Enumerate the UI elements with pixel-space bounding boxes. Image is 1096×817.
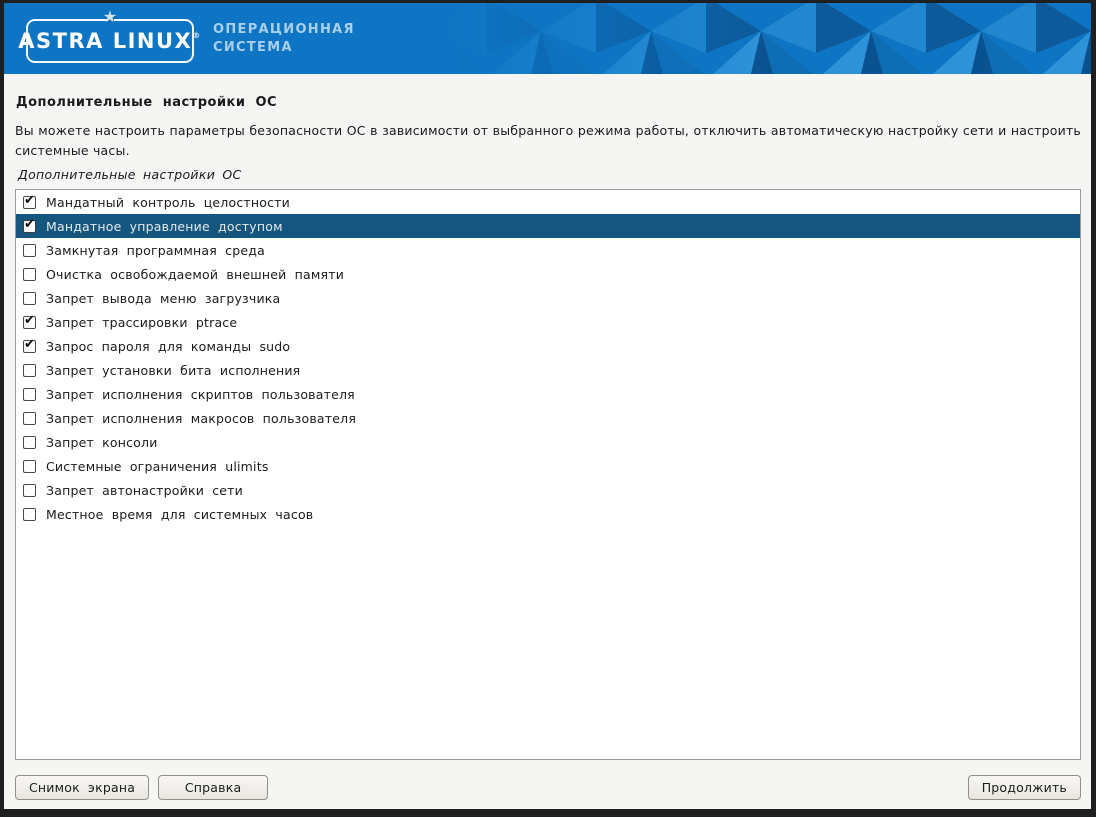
option-label: Системные ограничения ulimits (46, 459, 269, 474)
installer-window: ★ ASTRA LINUX® ОПЕРАЦИОННАЯ СИСТЕМА Допо… (4, 3, 1091, 809)
options-listbox[interactable]: ✔ Мандатный контроль целостности ✔ Манда… (15, 189, 1081, 760)
option-label: Запрет автонастройки сети (46, 483, 243, 498)
help-button[interactable]: Справка (158, 775, 268, 800)
window-frame: ★ ASTRA LINUX® ОПЕРАЦИОННАЯ СИСТЕМА Допо… (0, 0, 1096, 817)
option-label: Запрет трассировки ptrace (46, 315, 237, 330)
checkbox[interactable]: ✔ (23, 388, 36, 401)
list-caption: Дополнительные настройки ОС (18, 167, 1081, 182)
option-row[interactable]: ✔ Очистка освобождаемой внешней памяти (16, 262, 1080, 286)
option-label: Запрет вывода меню загрузчика (46, 291, 280, 306)
option-row[interactable]: ✔ Запрет консоли (16, 430, 1080, 454)
page-description: Вы можете настроить параметры безопаснос… (15, 121, 1081, 161)
brand-line1: ОПЕРАЦИОННАЯ (213, 21, 355, 39)
astra-linux-logo: ★ ASTRA LINUX® (26, 19, 194, 63)
content-area: Дополнительные настройки ОС Вы можете на… (4, 74, 1091, 809)
option-label: Запрет консоли (46, 435, 158, 450)
checkbox[interactable]: ✔ (23, 436, 36, 449)
option-label: Местное время для системных часов (46, 507, 313, 522)
logo-text: ASTRA LINUX® (18, 29, 201, 53)
checkbox[interactable]: ✔ (23, 508, 36, 521)
brand-line2: СИСТЕМА (213, 39, 355, 57)
option-label: Запрет исполнения макросов пользователя (46, 411, 356, 426)
option-row[interactable]: ✔ Запрос пароля для команды sudo (16, 334, 1080, 358)
checkmark-icon: ✔ (24, 217, 35, 232)
page-title: Дополнительные настройки ОС (16, 95, 1081, 110)
option-label: Очистка освобождаемой внешней памяти (46, 267, 344, 282)
option-row[interactable]: ✔ Запрет установки бита исполнения (16, 358, 1080, 382)
option-label: Мандатный контроль целостности (46, 195, 290, 210)
checkmark-icon: ✔ (24, 313, 35, 328)
option-row[interactable]: ✔ Запрет исполнения макросов пользовател… (16, 406, 1080, 430)
checkbox[interactable]: ✔ (23, 412, 36, 425)
option-label: Запрос пароля для команды sudo (46, 339, 290, 354)
checkbox[interactable]: ✔ (23, 460, 36, 473)
option-row[interactable]: ✔ Мандатное управление доступом (16, 214, 1080, 238)
checkmark-icon: ✔ (24, 193, 35, 208)
option-row[interactable]: ✔ Запрет исполнения скриптов пользовател… (16, 382, 1080, 406)
checkbox[interactable]: ✔ (23, 196, 36, 209)
screenshot-button[interactable]: Снимок экрана (15, 775, 149, 800)
option-label: Запрет установки бита исполнения (46, 363, 300, 378)
header-banner: ★ ASTRA LINUX® ОПЕРАЦИОННАЯ СИСТЕМА (4, 3, 1091, 74)
checkbox[interactable]: ✔ (23, 220, 36, 233)
checkbox[interactable]: ✔ (23, 268, 36, 281)
option-row[interactable]: ✔ Замкнутая программная среда (16, 238, 1080, 262)
checkbox[interactable]: ✔ (23, 244, 36, 257)
option-row[interactable]: ✔ Местное время для системных часов (16, 502, 1080, 526)
checkbox[interactable]: ✔ (23, 292, 36, 305)
checkbox[interactable]: ✔ (23, 484, 36, 497)
option-row[interactable]: ✔ Запрет вывода меню загрузчика (16, 286, 1080, 310)
button-bar: Снимок экрана Справка Продолжить (15, 775, 1081, 800)
star-icon: ★ (103, 9, 117, 25)
checkbox[interactable]: ✔ (23, 364, 36, 377)
option-label: Запрет исполнения скриптов пользователя (46, 387, 355, 402)
option-label: Мандатное управление доступом (46, 219, 283, 234)
brand-wordmark: ОПЕРАЦИОННАЯ СИСТЕМА (213, 21, 355, 57)
option-row[interactable]: ✔ Мандатный контроль целостности (16, 190, 1080, 214)
checkbox[interactable]: ✔ (23, 340, 36, 353)
checkmark-icon: ✔ (24, 337, 35, 352)
option-row[interactable]: ✔ Запрет автонастройки сети (16, 478, 1080, 502)
option-label: Замкнутая программная среда (46, 243, 265, 258)
option-row[interactable]: ✔ Запрет трассировки ptrace (16, 310, 1080, 334)
continue-button[interactable]: Продолжить (968, 775, 1081, 800)
registered-mark: ® (192, 31, 202, 40)
checkbox[interactable]: ✔ (23, 316, 36, 329)
option-row[interactable]: ✔ Системные ограничения ulimits (16, 454, 1080, 478)
